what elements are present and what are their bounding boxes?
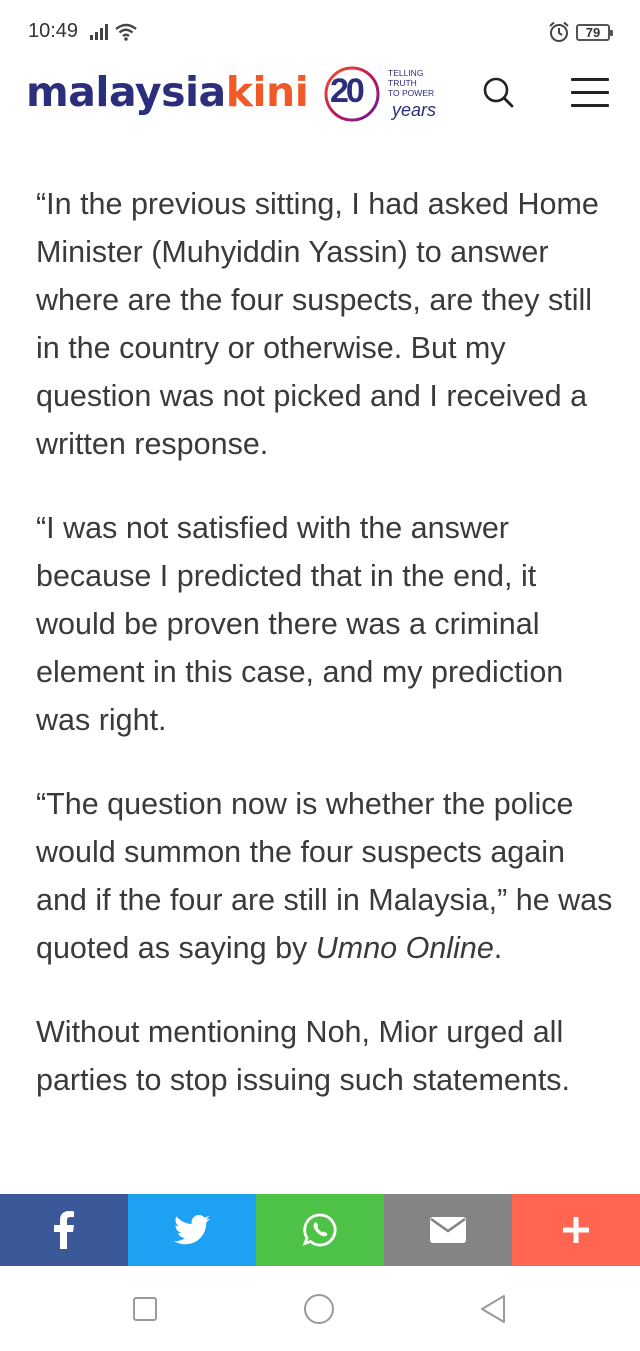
plus-icon — [563, 1217, 589, 1243]
article-paragraph-2: “I was not satisfied with the answer bec… — [36, 511, 564, 737]
share-more-button[interactable] — [512, 1194, 640, 1266]
share-whatsapp-button[interactable] — [256, 1194, 384, 1266]
wifi-icon — [115, 23, 137, 41]
source-name: Umno Online — [315, 931, 494, 965]
search-button[interactable] — [478, 72, 518, 112]
home-icon[interactable] — [302, 1292, 336, 1326]
share-facebook-button[interactable] — [0, 1194, 128, 1266]
anniversary-years: years — [392, 100, 437, 120]
system-nav-bar — [0, 1266, 640, 1351]
source-suffix: . — [493, 931, 503, 965]
whatsapp-icon — [302, 1213, 337, 1247]
status-bar: 10:49 79 — [0, 0, 640, 60]
article-paragraph-1: “In the previous sitting, I had asked Ho… — [36, 187, 599, 461]
anniversary-tagline: TELLING TRUTH TO POWER — [388, 68, 434, 98]
article-paragraph-3: “The question now is whether the police … — [36, 780, 616, 972]
back-icon[interactable] — [476, 1292, 510, 1326]
anniversary-number: 20 — [330, 72, 365, 110]
logo-part-malaysia: malaysia — [26, 68, 226, 116]
battery-icon: 79 — [576, 24, 613, 41]
email-icon — [430, 1217, 466, 1243]
signal-icon — [90, 24, 108, 40]
hamburger-menu-icon[interactable] — [568, 74, 612, 110]
share-twitter-button[interactable] — [128, 1194, 256, 1266]
facebook-icon — [54, 1211, 74, 1249]
article-body: “In the previous sitting, I had asked Ho… — [36, 180, 616, 1140]
anniversary-badge: 20 TELLING TRUTH TO POWER years — [322, 62, 442, 126]
logo-part-kini: kini — [225, 68, 309, 116]
alarm-icon — [549, 21, 569, 42]
tagline-line-2: TRUTH — [388, 78, 417, 88]
tagline-line-3: TO POWER — [388, 88, 435, 98]
menu-line — [571, 104, 609, 107]
twitter-icon — [174, 1215, 210, 1245]
tagline-line-1: TELLING — [388, 68, 424, 78]
share-email-button[interactable] — [384, 1194, 512, 1266]
site-header: malaysiakini 20 TELLING TRUTH TO POWER y… — [0, 58, 640, 128]
article-paragraph-4: Without mentioning Noh, Mior urged all p… — [36, 1015, 571, 1097]
status-time: 10:49 — [28, 20, 79, 42]
battery-level: 79 — [585, 25, 601, 40]
malaysiakini-logo[interactable]: malaysiakini — [26, 68, 309, 116]
search-icon — [483, 77, 514, 108]
share-bar — [0, 1194, 640, 1266]
menu-line — [571, 91, 609, 94]
recent-apps-icon[interactable] — [128, 1292, 162, 1326]
menu-line — [571, 78, 609, 81]
